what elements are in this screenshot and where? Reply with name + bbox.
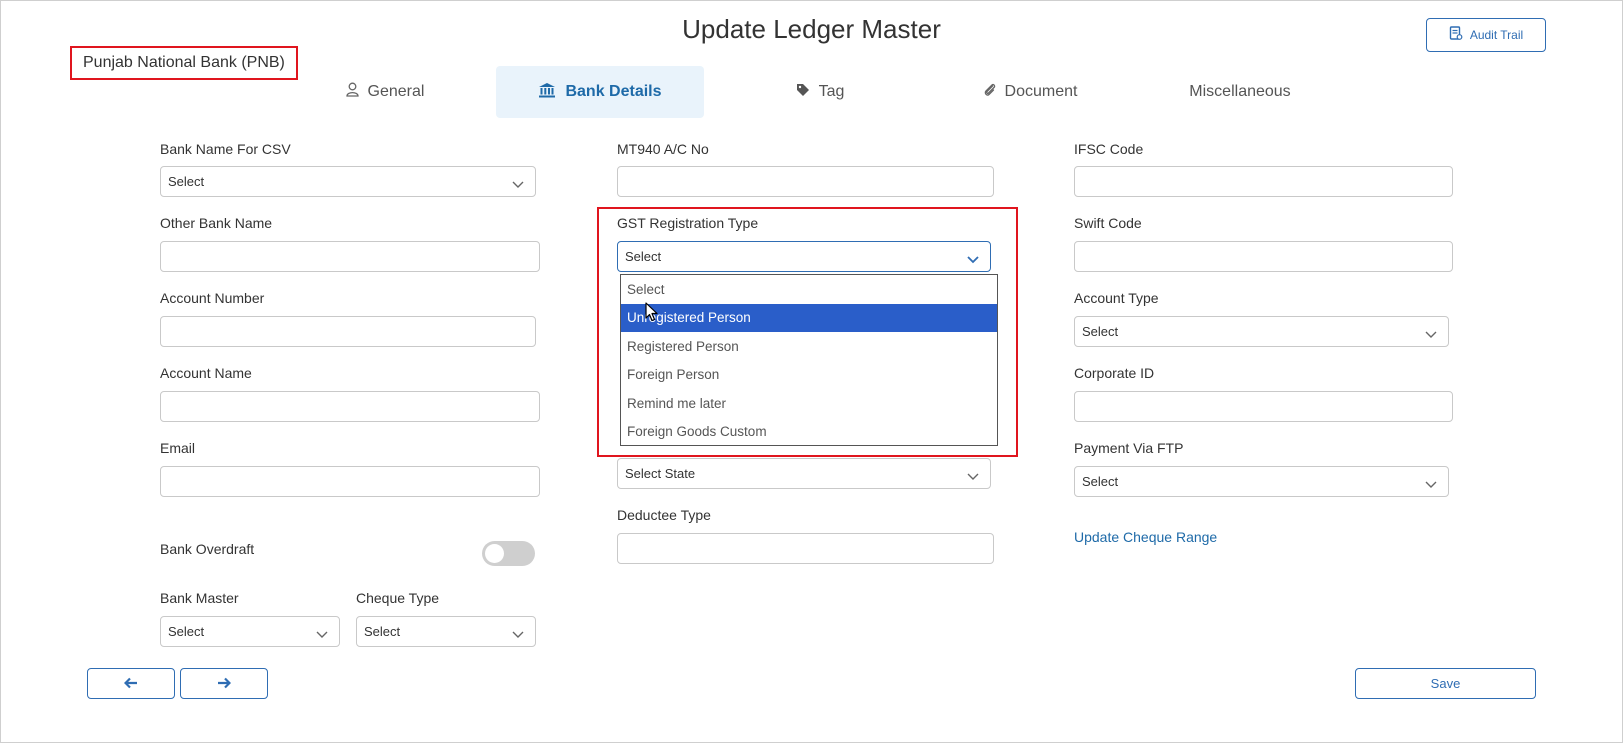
- dropdown-option[interactable]: Foreign Person: [621, 361, 997, 390]
- other-bank-name-input[interactable]: [160, 241, 540, 272]
- tab-label: Document: [1004, 83, 1078, 100]
- chevron-down-icon: [967, 252, 979, 267]
- tab-miscellaneous[interactable]: Miscellaneous: [1175, 66, 1305, 118]
- bank-icon: [538, 82, 556, 103]
- update-cheque-range-link[interactable]: Update Cheque Range: [1074, 529, 1217, 545]
- select-value: Select State: [625, 466, 696, 481]
- chevron-down-icon: [1425, 477, 1437, 492]
- tab-general[interactable]: General: [330, 66, 440, 118]
- dropdown-option[interactable]: Select: [621, 275, 997, 304]
- chevron-down-icon: [512, 177, 524, 192]
- email-label: Email: [160, 440, 196, 456]
- save-button[interactable]: Save: [1355, 668, 1536, 699]
- dropdown-option[interactable]: Foreign Goods Custom: [621, 418, 997, 447]
- payment-via-ftp-select[interactable]: Select: [1074, 466, 1449, 497]
- chevron-down-icon: [512, 627, 524, 642]
- select-value: Select: [364, 624, 401, 639]
- mt940-label: MT940 A/C No: [617, 141, 709, 157]
- arrow-left-icon: [123, 673, 138, 694]
- tab-label: Tag: [818, 83, 845, 100]
- audit-trail-button[interactable]: Audit Trail: [1426, 18, 1546, 52]
- previous-button[interactable]: [87, 668, 175, 699]
- chevron-down-icon: [1425, 327, 1437, 342]
- select-value: Select: [168, 174, 205, 189]
- mouse-cursor-icon: [645, 302, 659, 327]
- corporate-id-label: Corporate ID: [1074, 365, 1155, 381]
- swift-input[interactable]: [1074, 241, 1453, 272]
- user-icon: [345, 82, 359, 102]
- select-value: Select: [625, 249, 662, 264]
- select-value: Select: [168, 624, 205, 639]
- dropdown-option[interactable]: Unregistered Person: [621, 303, 997, 332]
- bank-overdraft-label: Bank Overdraft: [160, 541, 255, 557]
- gst-registration-type-label: GST Registration Type: [617, 215, 759, 231]
- cheque-type-label: Cheque Type: [356, 590, 440, 606]
- account-name-label: Account Name: [160, 365, 252, 381]
- gst-registration-type-select[interactable]: Select: [617, 241, 991, 272]
- dropdown-option[interactable]: Registered Person: [621, 332, 997, 361]
- cheque-type-select[interactable]: Select: [356, 616, 536, 647]
- next-button[interactable]: [180, 668, 268, 699]
- tab-label: General: [367, 83, 425, 100]
- account-name-input[interactable]: [160, 391, 540, 422]
- corporate-id-input[interactable]: [1074, 391, 1453, 422]
- gst-registration-type-dropdown: Select Unregistered Person Registered Pe…: [620, 274, 998, 446]
- tab-bar: General Bank Details Tag Document Miscel…: [0, 66, 1623, 118]
- tab-tag[interactable]: Tag: [775, 66, 865, 118]
- ifsc-label: IFSC Code: [1074, 141, 1144, 157]
- chevron-down-icon: [967, 469, 979, 484]
- select-value: Select: [1082, 474, 1119, 489]
- audit-trail-label: Audit Trail: [1469, 28, 1524, 42]
- tab-bank-details[interactable]: Bank Details: [496, 66, 704, 118]
- bank-name-csv-label: Bank Name For CSV: [160, 141, 291, 157]
- arrow-right-icon: [217, 673, 232, 694]
- tab-label: Bank Details: [565, 83, 662, 100]
- state-select[interactable]: Select State: [617, 458, 991, 489]
- tab-document[interactable]: Document: [970, 66, 1090, 118]
- account-type-select[interactable]: Select: [1074, 316, 1449, 347]
- deductee-type-input[interactable]: [617, 533, 994, 564]
- select-value: Select: [1082, 324, 1119, 339]
- tag-icon: [796, 83, 810, 102]
- audit-trail-icon: [1449, 26, 1463, 44]
- payment-via-ftp-label: Payment Via FTP: [1074, 440, 1184, 456]
- bank-overdraft-toggle[interactable]: [482, 541, 535, 566]
- account-number-label: Account Number: [160, 290, 265, 306]
- bank-master-select[interactable]: Select: [160, 616, 340, 647]
- bank-master-label: Bank Master: [160, 590, 239, 606]
- toggle-knob: [485, 544, 504, 563]
- account-type-label: Account Type: [1074, 290, 1159, 306]
- chevron-down-icon: [316, 627, 328, 642]
- paperclip-icon: [983, 82, 996, 102]
- deductee-type-label: Deductee Type: [617, 507, 711, 523]
- ifsc-input[interactable]: [1074, 166, 1453, 197]
- email-input[interactable]: [160, 466, 540, 497]
- account-number-input[interactable]: [160, 316, 536, 347]
- page-title: Update Ledger Master: [682, 14, 941, 44]
- bank-name-csv-select[interactable]: Select: [160, 166, 536, 197]
- other-bank-name-label: Other Bank Name: [160, 215, 273, 231]
- tab-label: Miscellaneous: [1189, 83, 1291, 100]
- swift-label: Swift Code: [1074, 215, 1142, 231]
- dropdown-option[interactable]: Remind me later: [621, 389, 997, 418]
- mt940-input[interactable]: [617, 166, 994, 197]
